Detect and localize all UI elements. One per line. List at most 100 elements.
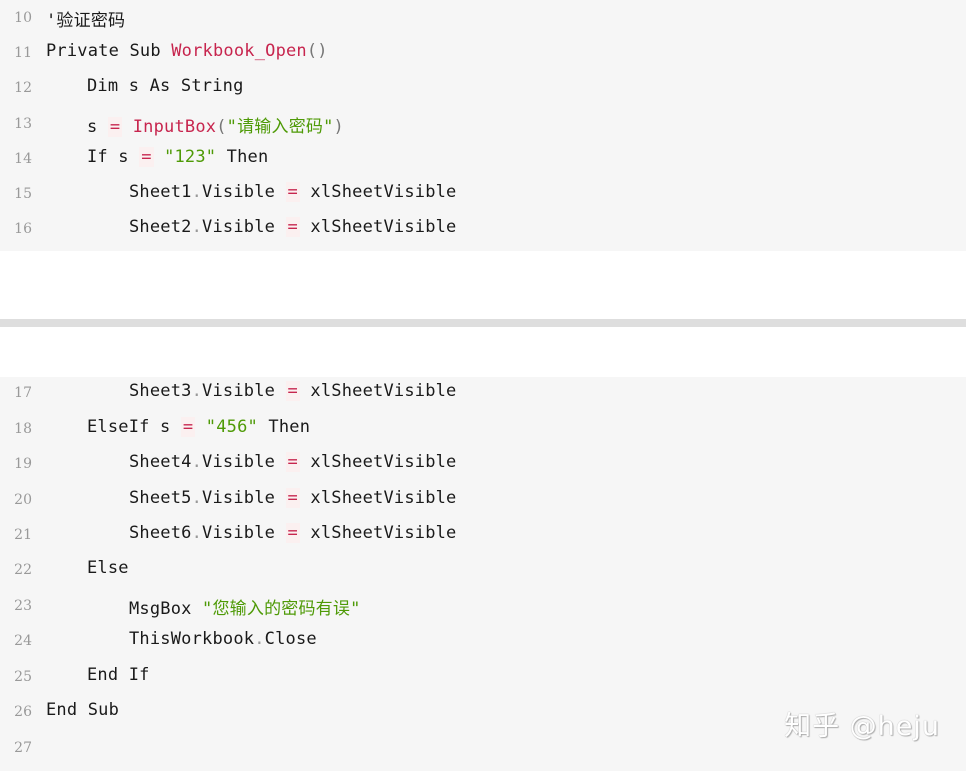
code-prefix: If s bbox=[87, 147, 140, 167]
code-prefix: s bbox=[87, 117, 108, 137]
code-line: 18 ElseIf s = "456" Then bbox=[0, 413, 966, 448]
line-number: 11 bbox=[14, 45, 32, 61]
operator: = bbox=[285, 523, 300, 543]
operator: = bbox=[285, 488, 300, 508]
code-line: 16 Sheet2.Visible = xlSheetVisible bbox=[0, 213, 966, 248]
code-text: ThisWorkbook.Close bbox=[129, 629, 317, 649]
punctuation: () bbox=[306, 41, 328, 61]
code-text: MsgBox "您输入的密码有误" bbox=[46, 594, 361, 619]
string-literal: "123" bbox=[164, 147, 217, 167]
function-name: Workbook_Open bbox=[171, 41, 307, 61]
operator: = bbox=[180, 417, 196, 437]
code-line: 17 Sheet3.Visible = xlSheetVisible bbox=[0, 377, 966, 412]
line-number: 27 bbox=[14, 740, 32, 756]
code-text: s = InputBox("请输入密码") bbox=[46, 112, 344, 137]
punctuation: ( bbox=[216, 117, 227, 137]
property-name: Close bbox=[264, 629, 317, 649]
object-name: ThisWorkbook bbox=[129, 629, 255, 649]
watermark-text: 知乎 @heju bbox=[784, 711, 940, 742]
operator: = bbox=[285, 381, 300, 401]
code-line: 20 Sheet5.Visible = xlSheetVisible bbox=[0, 484, 966, 519]
line-number: 12 bbox=[14, 80, 32, 96]
property-name: Visible bbox=[202, 523, 276, 543]
code-line: 13 s = InputBox("请输入密码") bbox=[0, 108, 966, 143]
value-text: xlSheetVisible bbox=[310, 452, 457, 472]
object-name: Sheet4 bbox=[129, 452, 192, 472]
code-text: Private Sub Workbook_Open() bbox=[46, 41, 328, 61]
property-name: Visible bbox=[202, 381, 276, 401]
code-text: ElseIf s = "456" Then bbox=[46, 417, 310, 437]
property-name: Visible bbox=[202, 452, 276, 472]
line-number: 25 bbox=[14, 669, 32, 685]
line-number: 14 bbox=[14, 151, 32, 167]
line-number: 17 bbox=[14, 385, 32, 401]
code-text: End If bbox=[87, 665, 150, 685]
operator: = bbox=[107, 117, 123, 137]
code-line: 14 If s = "123" Then bbox=[0, 143, 966, 178]
code-suffix: Then bbox=[257, 417, 311, 437]
property-name: Visible bbox=[202, 488, 276, 508]
value-text: xlSheetVisible bbox=[310, 217, 457, 237]
line-number: 24 bbox=[14, 633, 32, 649]
object-name: Sheet2 bbox=[129, 217, 192, 237]
code-line: 15 Sheet1.Visible = xlSheetVisible bbox=[0, 178, 966, 213]
code-line: 19 Sheet4.Visible = xlSheetVisible bbox=[0, 448, 966, 483]
operator: = bbox=[285, 217, 300, 237]
string-literal: "您输入的密码有误" bbox=[202, 599, 361, 619]
code-text: Sheet1.Visible = xlSheetVisible bbox=[129, 182, 457, 202]
code-text: End Sub bbox=[46, 700, 120, 720]
line-number: 22 bbox=[14, 562, 32, 578]
line-number: 20 bbox=[14, 492, 32, 508]
code-text: Else bbox=[87, 558, 129, 578]
property-name: Visible bbox=[202, 217, 276, 237]
code-text: '验证密码 bbox=[46, 6, 125, 31]
operator: = bbox=[285, 452, 300, 472]
line-number: 18 bbox=[14, 421, 32, 437]
code-prefix: MsgBox bbox=[129, 599, 203, 619]
object-name: Sheet1 bbox=[129, 182, 192, 202]
code-line: 10 '验证密码 bbox=[0, 2, 966, 37]
code-screenshot: 10 '验证密码 11 Private Sub Workbook_Open() … bbox=[0, 0, 966, 771]
line-number: 15 bbox=[14, 186, 32, 202]
code-text: Sheet4.Visible = xlSheetVisible bbox=[129, 452, 457, 472]
object-name: Sheet3 bbox=[129, 381, 192, 401]
code-text: Sheet3.Visible = xlSheetVisible bbox=[129, 381, 457, 401]
code-text: Sheet2.Visible = xlSheetVisible bbox=[129, 217, 457, 237]
punctuation: ) bbox=[333, 117, 344, 137]
function-name: InputBox bbox=[132, 117, 217, 137]
line-number: 19 bbox=[14, 456, 32, 472]
operator: = bbox=[285, 182, 300, 202]
string-literal: "456" bbox=[205, 417, 258, 437]
code-block-top: 10 '验证密码 11 Private Sub Workbook_Open() … bbox=[0, 0, 966, 251]
line-number: 23 bbox=[14, 598, 32, 614]
value-text: xlSheetVisible bbox=[310, 488, 457, 508]
value-text: xlSheetVisible bbox=[310, 182, 457, 202]
code-line: 23 MsgBox "您输入的密码有误" bbox=[0, 590, 966, 625]
property-name: Visible bbox=[202, 182, 276, 202]
line-number: 26 bbox=[14, 704, 32, 720]
value-text: xlSheetVisible bbox=[310, 523, 457, 543]
code-line: 11 Private Sub Workbook_Open() bbox=[0, 37, 966, 72]
divider-bar bbox=[0, 319, 966, 327]
object-name: Sheet6 bbox=[129, 523, 192, 543]
code-text: Dim s As String bbox=[87, 76, 244, 96]
code-line: 21 Sheet6.Visible = xlSheetVisible bbox=[0, 519, 966, 554]
line-number: 10 bbox=[14, 10, 32, 26]
code-line: 22 Else bbox=[0, 554, 966, 589]
code-prefix: ElseIf s bbox=[87, 417, 181, 437]
code-suffix: Then bbox=[216, 147, 269, 167]
string-literal: "请输入密码" bbox=[226, 117, 334, 137]
code-line: 12 Dim s As String bbox=[0, 72, 966, 107]
code-text: Sheet5.Visible = xlSheetVisible bbox=[129, 488, 457, 508]
operator: = bbox=[139, 147, 154, 167]
code-line: 25 End If bbox=[0, 661, 966, 696]
line-number: 16 bbox=[14, 221, 32, 237]
code-text: If s = "123" Then bbox=[46, 147, 268, 167]
line-number: 13 bbox=[14, 116, 32, 132]
object-name: Sheet5 bbox=[129, 488, 192, 508]
comment-text: '验证密码 bbox=[46, 11, 126, 31]
line-number: 21 bbox=[14, 527, 32, 543]
code-line: 24 ThisWorkbook.Close bbox=[0, 625, 966, 660]
code-text: Sheet6.Visible = xlSheetVisible bbox=[129, 523, 457, 543]
value-text: xlSheetVisible bbox=[310, 381, 457, 401]
